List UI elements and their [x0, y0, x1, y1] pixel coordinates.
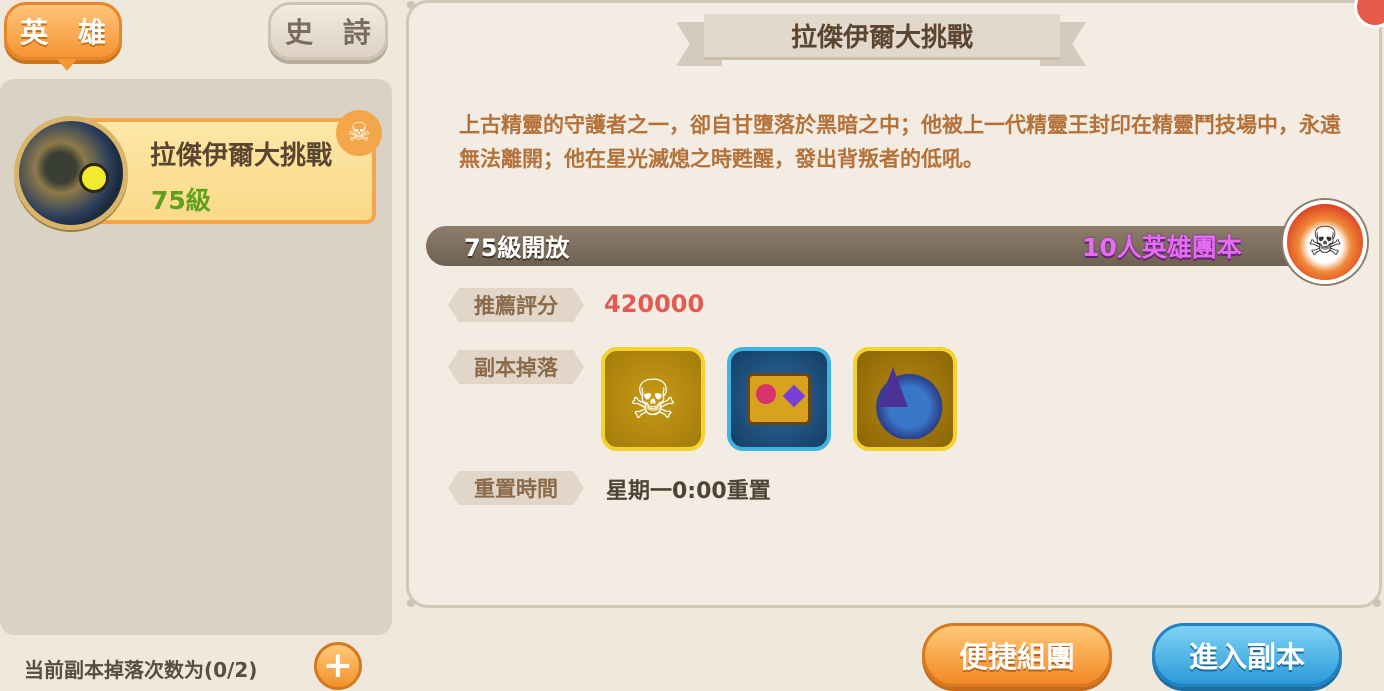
tab-epic[interactable]: 史 詩 — [268, 2, 388, 60]
skull-icon[interactable]: ☠ — [601, 347, 705, 451]
treasure-chest-icon[interactable] — [727, 347, 831, 451]
quick-team-button[interactable]: 便捷組團 — [922, 623, 1112, 687]
recommended-score-value: 420000 — [604, 290, 705, 318]
corner-dot — [407, 599, 415, 607]
tab-hero[interactable]: 英 雄 — [4, 2, 122, 71]
dragon-icon[interactable] — [853, 347, 957, 451]
enter-dungeon-button[interactable]: 進入副本 — [1152, 623, 1342, 687]
list-item-level: 75級 — [151, 186, 211, 215]
chest-shape — [747, 373, 811, 425]
boss-avatar-icon — [14, 116, 128, 230]
boss-eye-icon — [79, 163, 109, 193]
dragon-shape — [862, 359, 948, 439]
drops-label: 副本掉落 — [448, 350, 584, 384]
corner-dot — [1373, 599, 1381, 607]
add-drop-count-button[interactable]: + — [314, 642, 362, 690]
recommended-score-label: 推薦評分 — [448, 288, 584, 322]
open-level-text: 75級開放 — [464, 234, 570, 262]
page-title: 拉傑伊爾大挑戰 — [704, 14, 1060, 60]
raid-skull-icon: ☠ — [1283, 200, 1367, 284]
skull-badge-icon: ☠ — [336, 110, 382, 156]
reset-time-label: 重置時間 — [448, 471, 584, 505]
raid-type-text: 10人英雄團本 — [1082, 233, 1242, 262]
corner-dot — [407, 1, 415, 9]
reset-time-value: 星期一0:00重置 — [606, 479, 771, 504]
list-item-title: 拉傑伊爾大挑戰 — [150, 141, 333, 171]
dungeon-description: 上古精靈的守護者之一，卻自甘墮落於黑暗之中；他被上一代精靈王封印在精靈鬥技場中，… — [459, 113, 1341, 171]
drop-count-text: 当前副本掉落次数为(0/2) — [24, 658, 258, 682]
